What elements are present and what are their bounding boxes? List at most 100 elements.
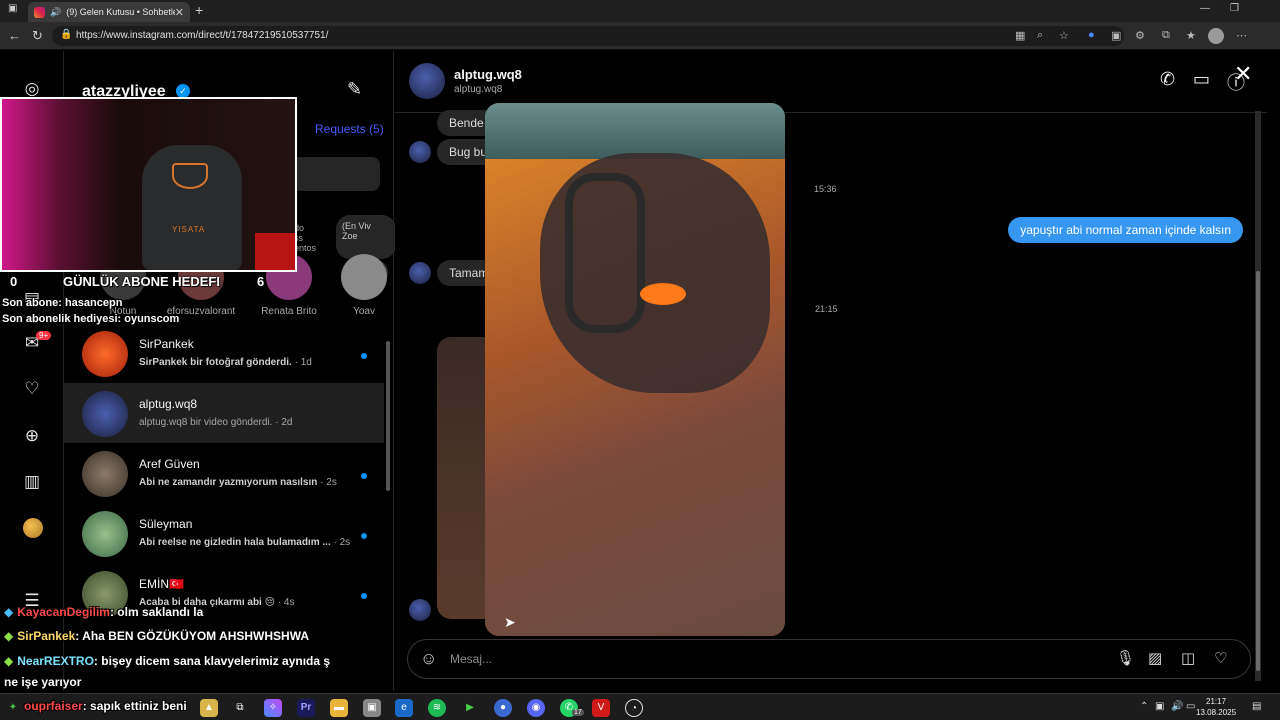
task-view-icon[interactable]: ⧉ [231,699,249,717]
conversation-item[interactable]: Aref Güven Abi ne zamandır yazmıyorum na… [64,443,384,503]
conversation-item[interactable]: Süleyman Abi reelse ne gizledin hala bul… [64,503,384,563]
tray-chevron-icon[interactable]: ⌃ [1140,701,1148,712]
instagram-logo-icon[interactable]: ◎ [22,79,42,99]
premiere-icon[interactable]: Pr [297,699,315,717]
notifications-icon[interactable]: ▤ [1252,701,1261,712]
stream-chat-line: ne işe yarıyor [4,675,82,689]
conversation-avatar [82,331,128,377]
close-tab-icon[interactable]: ✕ [175,6,184,19]
tray-app-icon[interactable]: ▣ [1155,701,1164,712]
badge-icon: ◆ [4,654,14,668]
unread-dot [361,533,367,539]
stream-chat-line: ouprfaiser: sapık ettiniz beni [24,699,187,713]
chat-avatar[interactable] [409,63,445,99]
note-item[interactable]: Yoav [339,254,389,317]
new-message-icon[interactable]: ✎ [347,79,362,100]
favorite-star-icon[interactable]: ☆ [1059,29,1069,42]
notifications-heart-icon[interactable]: ♡ [22,379,42,399]
discord-icon[interactable]: ◉ [527,699,545,717]
video-frame-highlight [640,283,686,305]
browser-tab-bar: ▣ 🔊 (9) Gelen Kutusu • Sohbetler ✕ + — ❐ [0,0,1280,22]
video-message-thumbnail[interactable] [437,337,489,619]
stream-chat-line: ◆ KayacanDegilim: olm saklandı la [4,605,204,619]
app-icon[interactable]: V [592,699,610,717]
conversation-item[interactable]: SirPankek SirPankek bir fotoğraf gönderd… [64,323,384,383]
app-icon[interactable]: ▣ [363,699,381,717]
badge-icon: ◆ [4,629,14,643]
tab-actions-icon[interactable]: ▣ [8,3,17,14]
conversation-preview: SirPankek bir fotoğraf gönderdi. · 1d [139,357,312,368]
heart-icon[interactable]: ♡ [1214,649,1227,667]
video-player[interactable] [485,103,785,636]
url-field[interactable]: 🔒 https://www.instagram.com/direct/t/178… [52,26,1124,46]
volume-icon[interactable]: 🔊 [1171,701,1183,712]
file-explorer-icon[interactable]: ▬ [330,699,348,717]
conversation-name: SirPankek [139,337,194,351]
chat-contact-username: alptug.wq8 [454,84,503,95]
collections-icon[interactable]: ★ [1186,29,1196,42]
conversation-name: Süleyman [139,517,193,531]
sub-goal-target: 6 [257,274,265,289]
extension-icon[interactable]: ● [1088,29,1095,41]
sub-goal-current: 0 [10,274,18,289]
chat-contact-name[interactable]: alptug.wq8 [454,67,522,82]
copilot-icon[interactable]: ✧ [264,699,282,717]
create-icon[interactable]: ⊕ [22,426,42,446]
app-icon[interactable]: ● [494,699,512,717]
whatsapp-count: 17 [572,709,584,716]
red-object [255,233,295,270]
media-icon[interactable]: ▶ [461,699,479,717]
dashboard-icon[interactable]: ▥ [22,472,42,492]
profile-avatar[interactable] [1208,28,1224,44]
video-call-icon[interactable]: ▭ [1193,69,1210,90]
microphone-icon[interactable]: 🎙 [1116,649,1135,667]
zoom-icon[interactable]: ⌕ [1037,29,1043,42]
video-frame-top [485,103,785,159]
network-icon[interactable]: ▭ [1186,701,1195,712]
app-icon[interactable]: ▲ [200,699,218,717]
requests-link[interactable]: Requests (5) [315,122,384,136]
inbox-scrollbar[interactable] [386,341,390,491]
tab-title: (9) Gelen Kutusu • Sohbetler [66,7,175,17]
new-tab-button[interactable]: + [195,2,203,18]
profile-avatar-icon[interactable] [23,518,43,538]
extensions-icon[interactable]: ⚙ [1135,29,1145,42]
sub-goal-label: GÜNLÜK ABONE HEDEFI [63,274,220,289]
split-screen-icon[interactable]: ⧉ [1162,29,1170,42]
message-avatar [409,262,431,284]
sticker-icon[interactable]: ◫ [1181,649,1195,667]
clock[interactable]: 21:17 13.08.2025 [1196,696,1236,718]
edge-icon[interactable]: e [395,699,413,717]
voice-call-icon[interactable]: ✆ [1160,69,1175,90]
note-avatar [341,254,387,300]
browser-tab-instagram[interactable]: 🔊 (9) Gelen Kutusu • Sohbetler ✕ [28,2,190,22]
restore-icon[interactable]: ❐ [1230,3,1239,14]
conversation-item[interactable]: alptug.wq8 alptug.wq8 bir video gönderdi… [64,383,384,443]
video-frame-clamp [565,173,645,333]
lock-icon: 🔒 [60,29,73,40]
chat-scrollbar-thumb[interactable] [1256,271,1260,671]
image-icon[interactable]: ▨ [1148,649,1162,667]
reader-icon[interactable]: ▦ [1015,29,1025,42]
back-icon[interactable]: ← [8,28,21,43]
screen: ▣ 🔊 (9) Gelen Kutusu • Sohbetler ✕ + — ❐… [0,0,1280,720]
unread-dot [361,473,367,479]
stream-webcam: YISATA [0,97,297,272]
app-icon[interactable]: ◔ [625,699,643,717]
taskbar: ✦ ouprfaiser: sapık ettiniz beni ▲ ⧉ ✧ P… [0,693,1280,720]
speaker-icon[interactable]: 🔊 [50,7,61,18]
start-icon[interactable]: ✦ [4,699,22,717]
close-viewer-icon[interactable]: ✕ [1234,61,1252,87]
refresh-icon[interactable]: ↻ [32,28,43,44]
conversation-name: Aref Güven [139,457,200,471]
message-avatar [409,599,431,621]
spotify-icon[interactable]: ≋ [428,699,446,717]
note-bubble[interactable]: (En Viv Zoe [336,215,396,259]
message-input[interactable] [450,648,1050,670]
timestamp: 21:15 [815,304,838,314]
extension-2-icon[interactable]: ▣ [1111,29,1121,42]
menu-icon[interactable]: ⋯ [1236,29,1247,42]
emoji-icon[interactable]: ☺ [420,649,437,669]
minimize-icon[interactable]: — [1200,3,1210,14]
chat-scrollbar[interactable] [1255,111,1261,681]
